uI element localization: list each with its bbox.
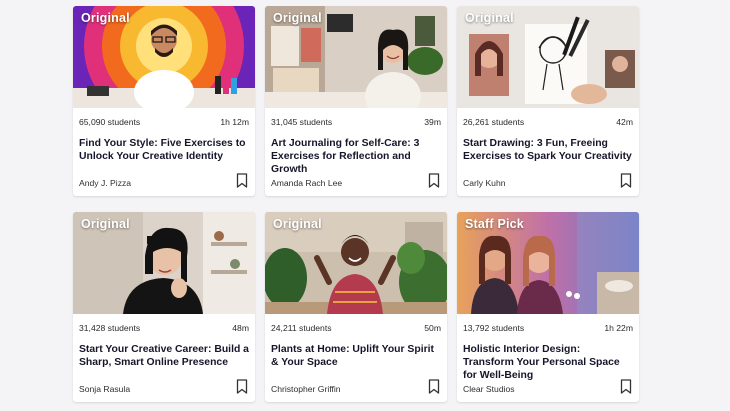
course-card[interactable]: Original 24,211 students 50m Plants at H…: [265, 212, 447, 402]
course-thumbnail[interactable]: Original: [457, 6, 639, 108]
course-author[interactable]: Amanda Rach Lee: [271, 178, 342, 188]
course-title[interactable]: Plants at Home: Uplift Your Spirit & You…: [265, 333, 447, 370]
original-badge: Original: [465, 11, 514, 25]
bookmark-icon[interactable]: [236, 173, 248, 188]
course-thumbnail[interactable]: Original: [73, 212, 255, 314]
course-meta: 26,261 students 42m: [457, 108, 639, 127]
course-meta: 13,792 students 1h 22m: [457, 314, 639, 333]
student-count: 65,090 students: [79, 117, 141, 127]
student-count: 24,211 students: [271, 323, 332, 333]
course-thumbnail[interactable]: Staff Pick: [457, 212, 639, 314]
original-badge: Original: [81, 217, 130, 231]
course-title[interactable]: Find Your Style: Five Exercises to Unloc…: [73, 127, 255, 164]
course-meta: 24,211 students 50m: [265, 314, 447, 333]
bookmark-icon[interactable]: [428, 379, 440, 394]
course-duration: 48m: [232, 323, 249, 333]
course-grid: Original 65,090 students 1h 12m Find You…: [73, 6, 641, 402]
course-duration: 42m: [616, 117, 633, 127]
course-duration: 50m: [424, 323, 441, 333]
course-author[interactable]: Sonja Rasula: [79, 384, 130, 394]
course-title[interactable]: Art Journaling for Self-Care: 3 Exercise…: [265, 127, 447, 176]
course-meta: 31,428 students 48m: [73, 314, 255, 333]
course-duration: 1h 22m: [604, 323, 633, 333]
course-duration: 1h 12m: [220, 117, 249, 127]
course-title[interactable]: Start Drawing: 3 Fun, Freeing Exercises …: [457, 127, 639, 164]
course-card[interactable]: Original 31,428 students 48m Start Your …: [73, 212, 255, 402]
original-badge: Original: [81, 11, 130, 25]
student-count: 31,045 students: [271, 117, 333, 127]
course-card[interactable]: Original 65,090 students 1h 12m Find You…: [73, 6, 255, 196]
student-count: 13,792 students: [463, 323, 525, 333]
course-author[interactable]: Christopher Griffin: [271, 384, 341, 394]
course-meta: 31,045 students 39m: [265, 108, 447, 127]
bookmark-icon[interactable]: [236, 379, 248, 394]
original-badge: Original: [273, 217, 322, 231]
course-meta: 65,090 students 1h 12m: [73, 108, 255, 127]
student-count: 31,428 students: [79, 323, 141, 333]
course-author[interactable]: Carly Kuhn: [463, 178, 506, 188]
course-thumbnail[interactable]: Original: [265, 6, 447, 108]
course-title[interactable]: Holistic Interior Design: Transform Your…: [457, 333, 639, 382]
original-badge: Original: [273, 11, 322, 25]
bookmark-icon[interactable]: [620, 379, 632, 394]
course-card[interactable]: Original 31,045 students 39m Art Journal…: [265, 6, 447, 196]
staff-pick-badge: Staff Pick: [465, 217, 524, 231]
course-duration: 39m: [424, 117, 441, 127]
student-count: 26,261 students: [463, 117, 525, 127]
course-author[interactable]: Andy J. Pizza: [79, 178, 131, 188]
bookmark-icon[interactable]: [620, 173, 632, 188]
course-card[interactable]: Staff Pick 13,792 students 1h 22m Holist…: [457, 212, 639, 402]
bookmark-icon[interactable]: [428, 173, 440, 188]
course-thumbnail[interactable]: Original: [73, 6, 255, 108]
course-title[interactable]: Start Your Creative Career: Build a Shar…: [73, 333, 255, 370]
course-thumbnail[interactable]: Original: [265, 212, 447, 314]
course-card[interactable]: Original 26,261 students 42m Start Drawi…: [457, 6, 639, 196]
course-author[interactable]: Clear Studios: [463, 384, 515, 394]
